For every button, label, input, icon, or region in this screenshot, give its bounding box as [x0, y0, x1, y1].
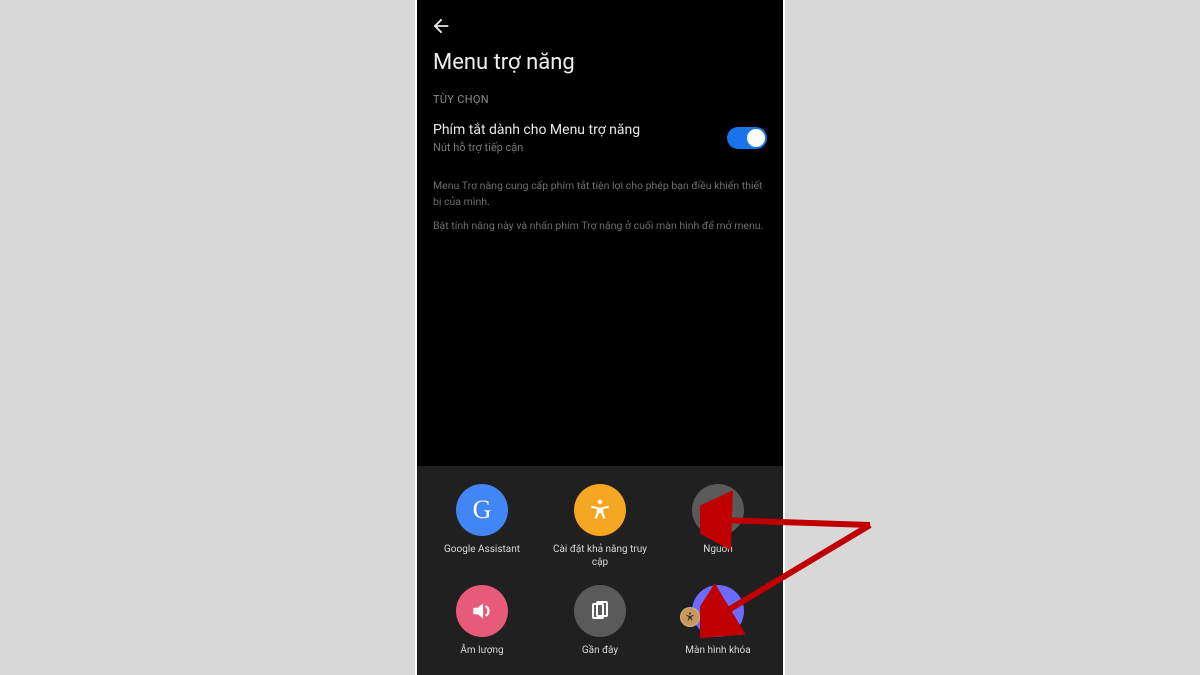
setting-text: Phím tắt dành cho Menu trợ năng Nút hỗ t… [433, 122, 640, 154]
setting-row-shortcut[interactable]: Phím tắt dành cho Menu trợ năng Nút hỗ t… [417, 114, 783, 164]
letter-g-icon: G [473, 495, 492, 525]
menu-item-power[interactable]: Nguồn [663, 484, 773, 569]
recent-apps-icon [574, 585, 626, 637]
accessibility-fab[interactable] [680, 607, 700, 627]
accessibility-menu-panel: G Google Assistant Cài đặt khả năng truy… [417, 466, 783, 675]
menu-item-recent[interactable]: Gần đây [545, 585, 655, 669]
menu-item-label: Cài đặt khả năng truy cập [545, 544, 655, 569]
volume-icon [456, 585, 508, 637]
phone-frame: Menu trợ năng TÙY CHỌN Phím tắt dành cho… [415, 0, 785, 675]
menu-item-label: Google Assistant [444, 544, 520, 568]
menu-item-label: Nguồn [703, 544, 733, 568]
menu-item-accessibility-settings[interactable]: Cài đặt khả năng truy cập [545, 484, 655, 569]
setting-title: Phím tắt dành cho Menu trợ năng [433, 122, 640, 138]
page-title: Menu trợ năng [417, 44, 783, 93]
back-button[interactable] [427, 12, 455, 40]
setting-subtitle: Nút hỗ trợ tiếp cận [433, 141, 640, 154]
menu-grid: G Google Assistant Cài đặt khả năng truy… [427, 484, 773, 669]
menu-item-label: Màn hình khóa [685, 645, 750, 669]
menu-item-label: Âm lượng [460, 645, 503, 669]
description-text-1: Menu Trợ năng cung cấp phím tắt tiện lợi… [417, 164, 783, 210]
app-bar [417, 4, 783, 44]
accessibility-small-icon [684, 611, 696, 623]
lock-icon [692, 585, 744, 637]
menu-item-google-assistant[interactable]: G Google Assistant [427, 484, 537, 569]
google-assistant-icon: G [456, 484, 508, 536]
section-label-options: TÙY CHỌN [417, 93, 783, 114]
content-spacer [417, 233, 783, 466]
menu-item-label: Gần đây [582, 645, 618, 669]
menu-item-lock-screen[interactable]: Màn hình khóa [663, 585, 773, 669]
accessibility-icon [574, 484, 626, 536]
shortcut-toggle[interactable] [727, 127, 767, 149]
menu-item-volume[interactable]: Âm lượng [427, 585, 537, 669]
back-arrow-icon [430, 15, 452, 37]
description-text-2: Bật tính năng này và nhấn phím Trợ năng … [417, 210, 783, 234]
power-icon [692, 484, 744, 536]
